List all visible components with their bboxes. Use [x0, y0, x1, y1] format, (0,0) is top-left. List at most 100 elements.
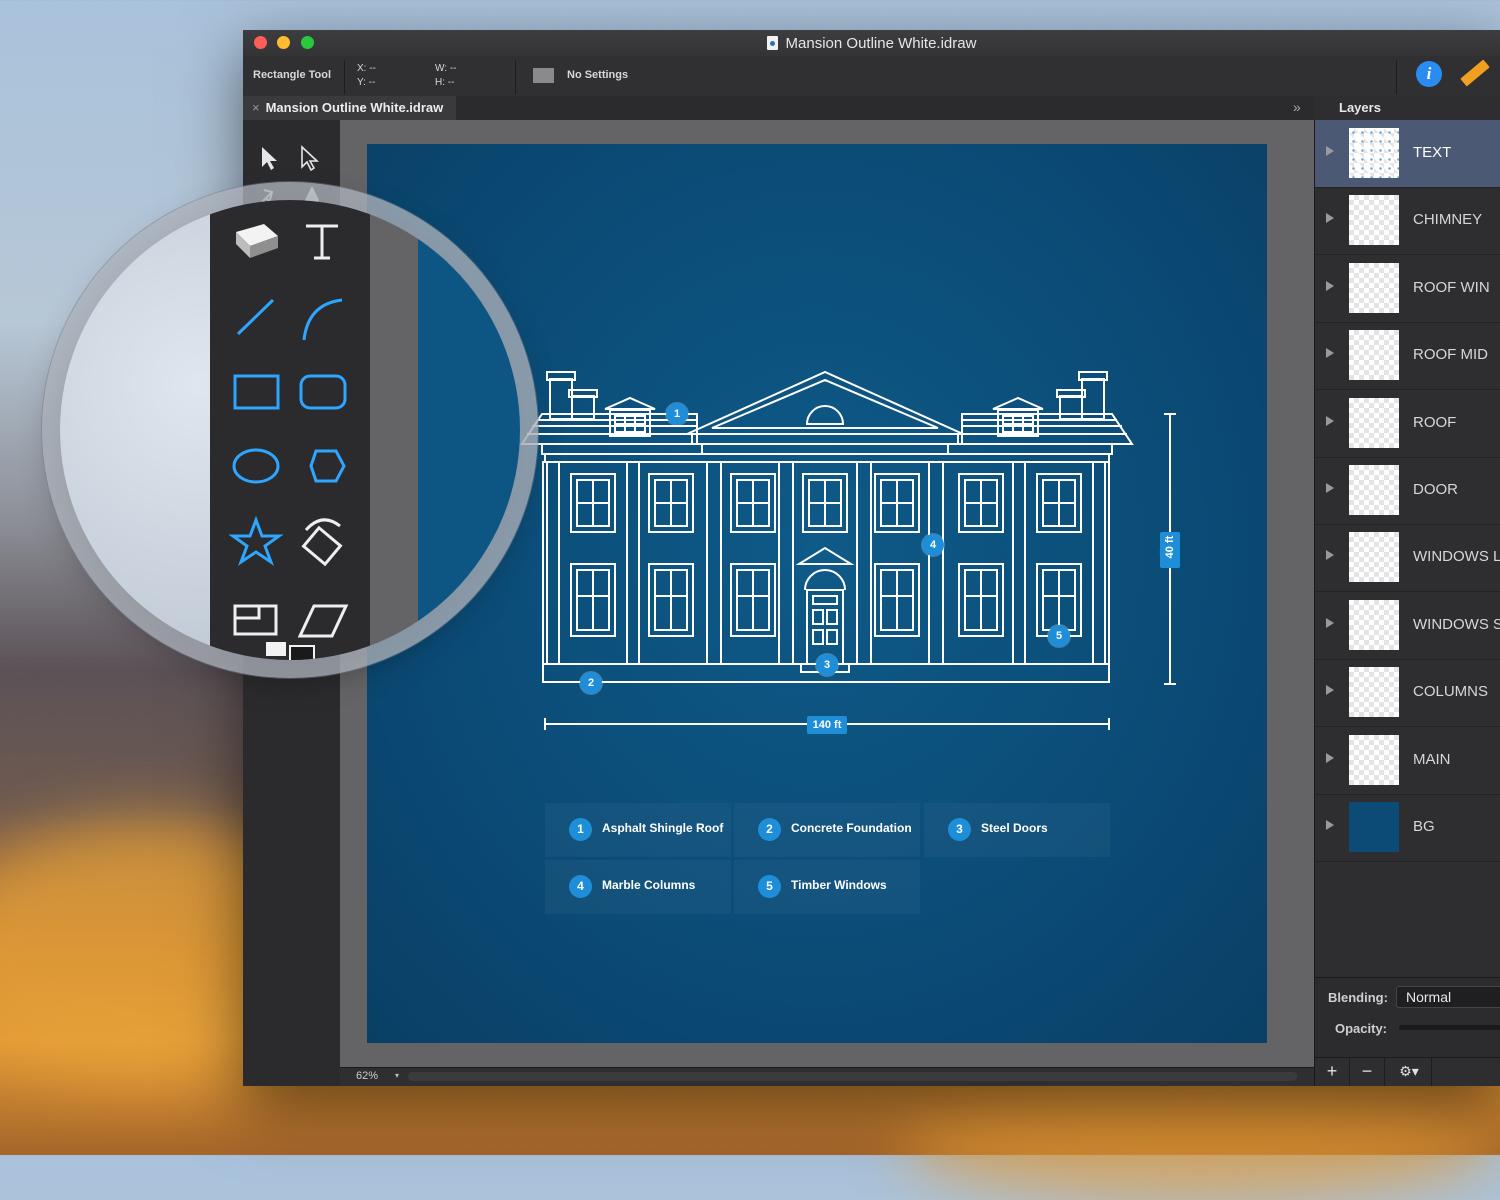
layer-text[interactable]: TEXT — [1315, 120, 1500, 188]
legend-label: Concrete Foundation — [791, 821, 912, 835]
layer-columns[interactable]: COLUMNS — [1315, 659, 1500, 727]
layer-chimney[interactable]: CHIMNEY — [1315, 187, 1500, 255]
disclosure-triangle-icon[interactable] — [1326, 820, 1334, 830]
layer-door[interactable]: DOOR — [1315, 457, 1500, 525]
layer-windows-l[interactable]: WINDOWS L — [1315, 524, 1500, 592]
horizontal-scrollbar[interactable] — [408, 1072, 1297, 1081]
rounded-rectangle-tool-icon[interactable] — [299, 374, 347, 410]
legend-label: Timber Windows — [791, 878, 887, 892]
rectangle-tool-icon[interactable] — [233, 374, 280, 410]
legend-number: 1 — [569, 818, 592, 841]
toolbar-divider — [1396, 60, 1397, 94]
layer-name: DOOR — [1413, 481, 1458, 498]
callout-4: 4 — [922, 534, 944, 556]
y-coordinate: Y: -- — [357, 77, 376, 88]
layer-thumbnail — [1349, 398, 1399, 448]
legend-number: 3 — [948, 818, 971, 841]
layer-bg[interactable]: BG — [1315, 794, 1500, 862]
direct-selection-arrow-icon[interactable] — [301, 145, 320, 172]
layer-name: WINDOWS S — [1413, 616, 1500, 633]
polygon-tool-icon[interactable] — [309, 449, 346, 483]
layer-windows-s[interactable]: WINDOWS S — [1315, 592, 1500, 660]
disclosure-triangle-icon[interactable] — [1326, 753, 1334, 763]
disclosure-triangle-icon[interactable] — [1326, 146, 1334, 156]
layer-name: CHIMNEY — [1413, 211, 1483, 228]
status-bar: 62% ▾ — [340, 1067, 1315, 1086]
line-tool-icon[interactable] — [236, 298, 275, 336]
eraser-icon[interactable] — [236, 224, 278, 258]
disclosure-triangle-icon[interactable] — [1326, 618, 1334, 628]
fill-stroke-swatch-icon[interactable] — [266, 642, 315, 660]
layer-main[interactable]: MAIN — [1315, 727, 1500, 795]
star-tool-icon[interactable] — [228, 515, 284, 566]
layer-thumbnail — [1349, 600, 1399, 650]
height-readout: H: -- — [435, 77, 455, 88]
height-dimension-label: 40 ft — [1160, 532, 1180, 568]
document-tab-label: Mansion Outline White.idraw — [265, 100, 444, 115]
width-readout: W: -- — [435, 63, 457, 74]
zoom-dropdown-icon[interactable]: ▾ — [395, 1071, 399, 1080]
text-tool-icon[interactable] — [306, 224, 338, 260]
opacity-slider[interactable] — [1399, 1025, 1500, 1030]
style-swatch[interactable] — [533, 68, 554, 83]
selection-arrow-icon[interactable] — [262, 147, 277, 170]
layer-thumbnail — [1349, 667, 1399, 717]
disclosure-triangle-icon[interactable] — [1326, 483, 1334, 493]
close-tab-icon[interactable]: × — [252, 100, 260, 115]
legend-item: 2 Concrete Foundation — [734, 803, 920, 857]
ellipse-tool-icon[interactable] — [232, 448, 280, 484]
tab-bar: × Mansion Outline White.idraw » Layers — [243, 96, 1500, 121]
window-title: Mansion Outline White.idraw — [243, 35, 1500, 52]
collapse-panel-icon[interactable]: » — [1293, 99, 1301, 115]
rotate-tool-icon[interactable] — [301, 518, 343, 567]
blending-mode-select[interactable]: Normal — [1396, 986, 1500, 1008]
legend-label: Marble Columns — [602, 878, 696, 892]
layer-roof[interactable]: ROOF — [1315, 390, 1500, 458]
layer-name: COLUMNS — [1413, 683, 1489, 700]
layer-name: TEXT — [1413, 144, 1452, 161]
legend-number: 2 — [758, 818, 781, 841]
tool-magnifier — [60, 200, 520, 660]
disclosure-triangle-icon[interactable] — [1326, 550, 1334, 560]
disclosure-triangle-icon[interactable] — [1326, 213, 1334, 223]
layer-options-gear-icon[interactable]: ⚙▾ — [1387, 1058, 1432, 1086]
add-layer-button[interactable]: + — [1315, 1058, 1350, 1086]
layer-thumbnail — [1349, 532, 1399, 582]
layer-thumbnail — [1349, 195, 1399, 245]
magnified-tools — [228, 224, 349, 660]
crop-tool-icon[interactable] — [233, 604, 278, 636]
layer-thumbnail — [1349, 735, 1399, 785]
disclosure-triangle-icon[interactable] — [1326, 348, 1334, 358]
callout-3: 3 — [816, 654, 838, 676]
layer-name: ROOF — [1413, 414, 1457, 431]
layer-buttons: + − ⚙▾ — [1315, 1057, 1500, 1086]
callout-1: 1 — [666, 403, 688, 425]
legend-label: Steel Doors — [981, 821, 1048, 835]
document-tab[interactable]: × Mansion Outline White.idraw — [243, 96, 456, 120]
document-icon — [766, 36, 778, 50]
desktop-background-glow — [900, 1080, 1500, 1200]
current-tool-label: Rectangle Tool — [253, 69, 332, 81]
remove-layer-button[interactable]: − — [1350, 1058, 1385, 1086]
opacity-label: Opacity: — [1335, 1021, 1388, 1036]
disclosure-triangle-icon[interactable] — [1326, 416, 1334, 426]
toolbar: Rectangle Tool X: -- Y: -- W: -- H: -- N… — [243, 56, 1500, 97]
layer-roof-win[interactable]: ROOF WIN — [1315, 255, 1500, 323]
legend-label: Asphalt Shingle Roof — [602, 821, 724, 835]
style-settings-label[interactable]: No Settings — [567, 69, 628, 81]
arc-tool-icon[interactable] — [302, 298, 343, 341]
layer-name: ROOF MID — [1413, 346, 1488, 363]
callout-2: 2 — [580, 672, 602, 694]
legend-item: 1 Asphalt Shingle Roof — [545, 803, 731, 857]
disclosure-triangle-icon[interactable] — [1326, 685, 1334, 695]
lower-windows — [570, 563, 1082, 637]
disclosure-triangle-icon[interactable] — [1326, 281, 1334, 291]
info-icon[interactable]: i — [1416, 61, 1442, 87]
x-coordinate: X: -- — [357, 63, 376, 74]
layer-properties: Blending: Normal Opacity: — [1315, 977, 1500, 1068]
zoom-level[interactable]: 62% — [356, 1070, 378, 1082]
layer-thumbnail — [1349, 802, 1399, 852]
layer-roof-mid[interactable]: ROOF MID — [1315, 322, 1500, 390]
layer-thumbnail — [1349, 263, 1399, 313]
skew-tool-icon[interactable] — [297, 604, 349, 638]
